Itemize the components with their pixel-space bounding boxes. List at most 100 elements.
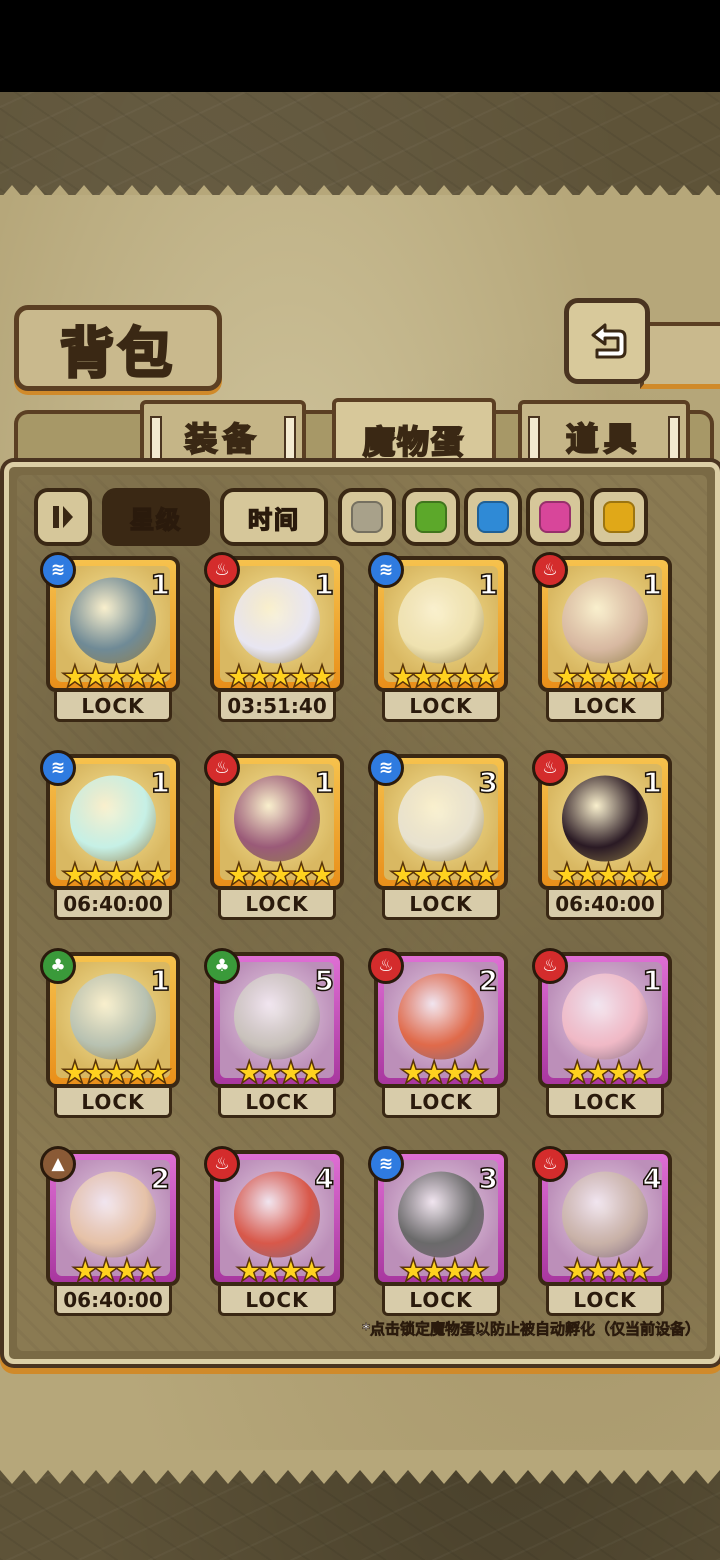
page-title-plate: 背包 [14,305,222,391]
star-rating: ★★★★ [563,1253,655,1286]
leaf-icon: ♣ [204,948,240,984]
flame-icon: ♨ [368,948,404,984]
color-filter-green[interactable] [402,488,460,546]
egg-card[interactable]: ★★★★ 2 ▲ 06:40:00 [40,1146,180,1320]
star-rating: ★★★★ [399,1055,491,1088]
hatch-timer: 06:40:00 [54,1286,172,1316]
star-rating: ★★★★★ [388,857,500,890]
egg-count: 1 [642,963,663,998]
sort-by-star-label: 星级 [129,505,182,535]
egg-image [70,577,156,664]
egg-card[interactable]: ★★★★ 4 ♨ LOCK [532,1146,672,1320]
egg-count: 3 [478,1161,499,1196]
egg-count: 1 [314,567,335,602]
egg-image [234,577,320,664]
color-swatch [603,501,635,533]
star-rating: ★★★★★ [60,857,172,890]
egg-image [398,577,484,664]
star-rating: ★★★★ [71,1253,163,1286]
filter-toggle-icon [53,506,73,528]
star-rating: ★★★★ [235,1253,327,1286]
back-button[interactable] [564,298,650,384]
star-rating: ★★★★ [235,1055,327,1088]
star-rating: ★★★★★ [60,659,172,692]
star-rating: ★★★★ [563,1055,655,1088]
egg-image [562,775,648,862]
lock-button[interactable]: LOCK [218,1286,336,1316]
egg-card[interactable]: ★★★★★ 1 ♨ 03:51:40 [204,552,344,726]
egg-card[interactable]: ★★★★★ 1 ≋ LOCK [40,552,180,726]
tab-label: 装备 [184,419,261,459]
lock-button[interactable]: LOCK [382,1286,500,1316]
flame-icon: ♨ [204,1146,240,1182]
lock-button[interactable]: LOCK [218,890,336,920]
egg-card[interactable]: ★★★★★ 3 ≋ LOCK [368,750,508,924]
flame-icon: ♨ [204,750,240,786]
egg-card[interactable]: ★★★★★ 1 ♨ LOCK [532,552,672,726]
tab-label: 道具 [565,419,642,459]
color-swatch [351,501,383,533]
star-rating: ★★★★★ [224,659,336,692]
water-wave-icon: ≋ [40,552,76,588]
flame-icon: ♨ [532,948,568,984]
parchment-bottom-edge [0,1450,720,1484]
star-rating: ★★★★★ [388,659,500,692]
egg-card[interactable]: ★★★★★ 1 ♨ 06:40:00 [532,750,672,924]
tab-post [284,416,296,464]
hatch-timer: 06:40:00 [54,890,172,920]
lock-button[interactable]: LOCK [54,1088,172,1118]
egg-image [398,1171,484,1258]
sort-by-star-button[interactable]: 星级 [102,488,210,546]
lock-button[interactable]: LOCK [382,1088,500,1118]
flame-icon: ♨ [532,552,568,588]
filter-toggle-button[interactable] [34,488,92,546]
tab-post [668,416,680,464]
color-filter-yellow[interactable] [590,488,648,546]
egg-count: 4 [642,1161,663,1196]
footer-note: *点击锁定魔物蛋以防止被自动孵化（仅当前设备） [362,1320,700,1339]
color-filter-blue[interactable] [464,488,522,546]
back-arrow-icon [591,323,627,359]
egg-count: 5 [314,963,335,998]
water-wave-icon: ≋ [368,750,404,786]
egg-image [398,973,484,1060]
lock-button[interactable]: LOCK [382,692,500,722]
color-filter-pink[interactable] [526,488,584,546]
flame-icon: ♨ [532,750,568,786]
egg-card[interactable]: ★★★★★ 1 ≋ 06:40:00 [40,750,180,924]
lock-button[interactable]: LOCK [382,890,500,920]
water-wave-icon: ≋ [368,1146,404,1182]
egg-image [398,775,484,862]
flame-icon: ♨ [204,552,240,588]
sort-by-time-button[interactable]: 时间 [220,488,328,546]
egg-card[interactable]: ★★★★ 5 ♣ LOCK [204,948,344,1122]
color-swatch [477,501,509,533]
lock-button[interactable]: LOCK [546,1088,664,1118]
egg-image [70,775,156,862]
star-rating: ★★★★★ [60,1055,172,1088]
color-filter-gray[interactable] [338,488,396,546]
egg-card[interactable]: ★★★★ 3 ≋ LOCK [368,1146,508,1320]
tab-label: 魔物蛋 [362,422,465,462]
egg-card[interactable]: ★★★★★ 1 ≋ LOCK [368,552,508,726]
water-wave-icon: ≋ [368,552,404,588]
back-button-rail [640,322,720,389]
egg-image [562,973,648,1060]
egg-count: 3 [478,765,499,800]
egg-count: 1 [150,567,171,602]
egg-count: 1 [642,567,663,602]
lock-button[interactable]: LOCK [218,1088,336,1118]
egg-card[interactable]: ★★★★★ 1 ♨ LOCK [204,750,344,924]
egg-card[interactable]: ★★★★ 4 ♨ LOCK [204,1146,344,1320]
egg-count: 4 [314,1161,335,1196]
hatch-timer: 03:51:40 [218,692,336,722]
egg-card[interactable]: ★★★★ 2 ♨ LOCK [368,948,508,1122]
color-swatch [415,501,447,533]
lock-button[interactable]: LOCK [546,1286,664,1316]
egg-image [562,1171,648,1258]
lock-button[interactable]: LOCK [546,692,664,722]
egg-image [234,1171,320,1258]
egg-card[interactable]: ★★★★★ 1 ♣ LOCK [40,948,180,1122]
lock-button[interactable]: LOCK [54,692,172,722]
egg-card[interactable]: ★★★★ 1 ♨ LOCK [532,948,672,1122]
